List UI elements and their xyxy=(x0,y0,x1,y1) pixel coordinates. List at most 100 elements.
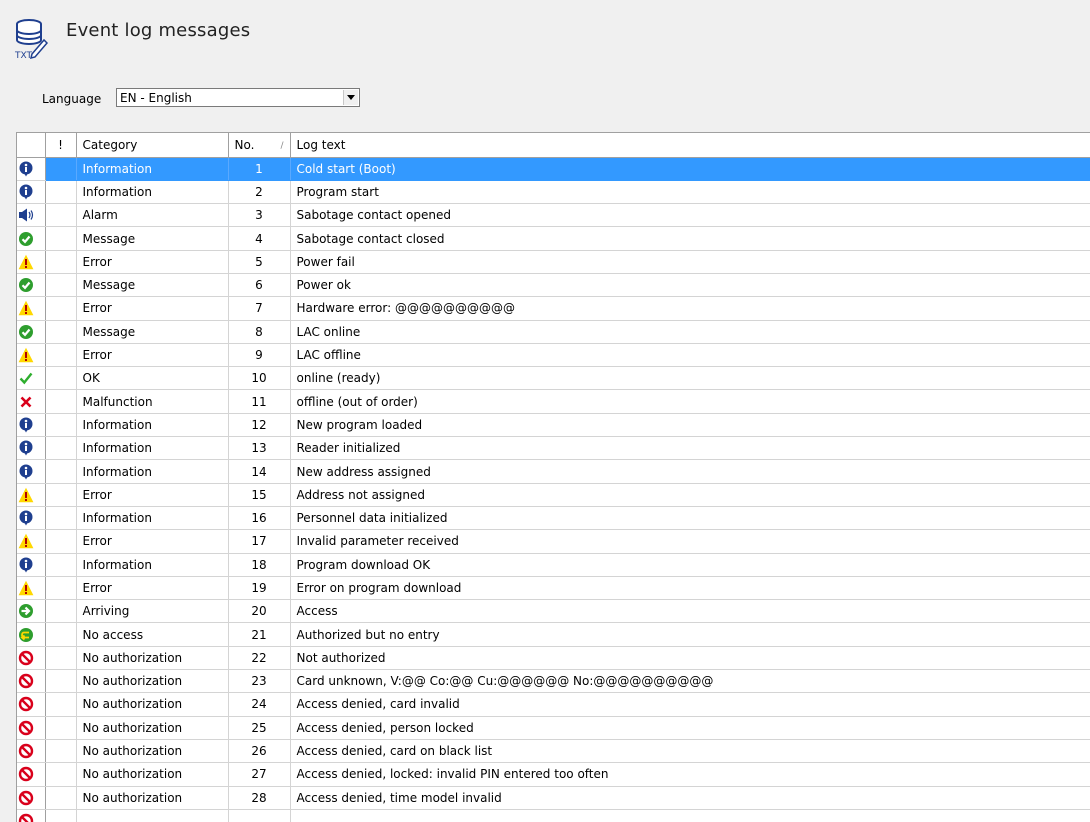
arrow-right-circle-icon xyxy=(17,603,44,619)
row-flag-cell xyxy=(45,459,77,484)
table-row[interactable]: No authorization 26 Access denied, card on… xyxy=(17,739,1090,764)
no-entry-icon xyxy=(17,720,44,736)
table-row[interactable]: No authorization 22 Not authorized xyxy=(17,646,1090,671)
table-row[interactable]: Message 8 LAC online xyxy=(17,320,1090,344)
row-log-text: Access denied, time model invalid xyxy=(290,786,1090,810)
row-number: 4 xyxy=(228,226,291,251)
table-row[interactable]: Message 4 Sabotage contact closed xyxy=(17,226,1090,251)
row-icon-cell xyxy=(17,343,46,368)
table-row[interactable]: Error 9 LAC offline xyxy=(17,343,1090,368)
row-flag-cell xyxy=(45,692,77,717)
row-number xyxy=(228,809,291,822)
table-row[interactable]: Information 1 Cold start (Boot) xyxy=(17,157,1090,181)
info-icon xyxy=(17,161,44,177)
row-flag-cell xyxy=(45,599,77,624)
row-flag-cell xyxy=(45,506,77,531)
row-category: Information xyxy=(76,506,229,531)
chevron-down-icon[interactable] xyxy=(343,90,358,105)
column-header-log-text[interactable]: Log text xyxy=(290,133,1090,158)
row-icon-cell xyxy=(17,576,46,601)
row-log-text: Reader initialized xyxy=(290,436,1090,461)
table-row[interactable]: Information 2 Program start xyxy=(17,180,1090,205)
row-category: No authorization xyxy=(76,786,229,810)
row-number: 10 xyxy=(228,366,291,391)
table-row[interactable]: Error 19 Error on program download xyxy=(17,576,1090,601)
row-category xyxy=(76,809,229,822)
language-select[interactable]: EN - English xyxy=(116,88,360,107)
table-row[interactable]: Arriving 20 Access xyxy=(17,599,1090,624)
table-row[interactable]: Information 12 New program loaded xyxy=(17,413,1090,438)
table-row[interactable]: No access 21 Authorized but no entry xyxy=(17,622,1090,647)
table-row[interactable]: Information 13 Reader initialized xyxy=(17,436,1090,461)
row-flag-cell xyxy=(45,716,77,740)
row-icon-cell xyxy=(17,529,46,554)
info-icon xyxy=(17,440,44,456)
row-icon-cell xyxy=(17,413,46,438)
table-row[interactable]: Information 14 New address assigned xyxy=(17,459,1090,484)
row-number: 27 xyxy=(228,762,291,787)
checkmark-icon xyxy=(17,370,44,386)
row-icon-cell xyxy=(17,436,46,461)
row-category: No authorization xyxy=(76,762,229,787)
table-row[interactable]: Error 5 Power fail xyxy=(17,250,1090,274)
row-log-text: Sabotage contact closed xyxy=(290,226,1090,251)
row-log-text: Program start xyxy=(290,180,1090,205)
database-txt-icon: TXT xyxy=(14,19,48,60)
row-icon-cell xyxy=(17,716,46,740)
table-row[interactable]: No authorization 28 Access denied, time mo… xyxy=(17,786,1090,810)
row-flag-cell xyxy=(45,366,77,391)
row-log-text: Program download OK xyxy=(290,553,1090,577)
warning-icon xyxy=(17,347,44,363)
table-row[interactable]: Alarm 3 Sabotage contact opened xyxy=(17,203,1090,228)
row-category: Arriving xyxy=(76,599,229,624)
check-circle-icon xyxy=(17,231,44,247)
no-entry-icon xyxy=(17,696,44,712)
table-row[interactable]: Information 16 Personnel data initialized xyxy=(17,506,1090,531)
event-log-grid[interactable]: ! Category No. / Log text Information 1 Co… xyxy=(16,132,1090,822)
row-category: No authorization xyxy=(76,646,229,671)
row-flag-cell xyxy=(45,483,77,507)
table-row[interactable]: No authorization 25 Access denied, person … xyxy=(17,716,1090,740)
column-header-number[interactable]: No. / xyxy=(228,133,291,158)
table-row[interactable]: Error 17 Invalid parameter received xyxy=(17,529,1090,554)
table-row[interactable]: Error 15 Address not assigned xyxy=(17,483,1090,507)
table-row[interactable]: Malfunction 11 offline (out of order) xyxy=(17,389,1090,414)
row-log-text: Power ok xyxy=(290,273,1090,298)
row-number: 24 xyxy=(228,692,291,717)
row-category: No authorization xyxy=(76,716,229,740)
row-number: 16 xyxy=(228,506,291,531)
table-row[interactable]: No authorization 23 Card unknown, V:@@ Co:… xyxy=(17,669,1090,694)
column-header-flag[interactable]: ! xyxy=(45,133,77,158)
row-log-text: Not authorized xyxy=(290,646,1090,671)
row-flag-cell xyxy=(45,226,77,251)
column-header-icon[interactable] xyxy=(17,133,46,158)
table-row[interactable]: Message 6 Power ok xyxy=(17,273,1090,298)
row-flag-cell xyxy=(45,250,77,274)
warning-icon xyxy=(17,580,44,596)
row-flag-cell xyxy=(45,786,77,810)
table-row[interactable]: OK 10 online (ready) xyxy=(17,366,1090,391)
row-number: 26 xyxy=(228,739,291,764)
row-log-text: Access denied, card invalid xyxy=(290,692,1090,717)
row-log-text: Invalid parameter received xyxy=(290,529,1090,554)
no-entry-icon xyxy=(17,673,44,689)
check-circle-icon xyxy=(17,324,44,340)
row-log-text: Power fail xyxy=(290,250,1090,274)
row-number: 25 xyxy=(228,716,291,740)
row-category: Message xyxy=(76,320,229,344)
row-icon-cell xyxy=(17,669,46,694)
row-category: No authorization xyxy=(76,692,229,717)
table-row[interactable]: Error 7 Hardware error: @@@@@@@@@@ xyxy=(17,296,1090,321)
table-row[interactable]: No authorization 27 Access denied, locked:… xyxy=(17,762,1090,787)
column-header-category[interactable]: Category xyxy=(76,133,229,158)
row-flag-cell xyxy=(45,343,77,368)
row-icon-cell xyxy=(17,786,46,810)
table-row[interactable]: Information 18 Program download OK xyxy=(17,553,1090,577)
table-row[interactable]: No authorization 24 Access denied, card in… xyxy=(17,692,1090,717)
row-category: OK xyxy=(76,366,229,391)
table-row[interactable] xyxy=(17,809,1090,822)
row-number: 21 xyxy=(228,622,291,647)
row-number: 20 xyxy=(228,599,291,624)
row-category: Error xyxy=(76,250,229,274)
row-flag-cell xyxy=(45,669,77,694)
